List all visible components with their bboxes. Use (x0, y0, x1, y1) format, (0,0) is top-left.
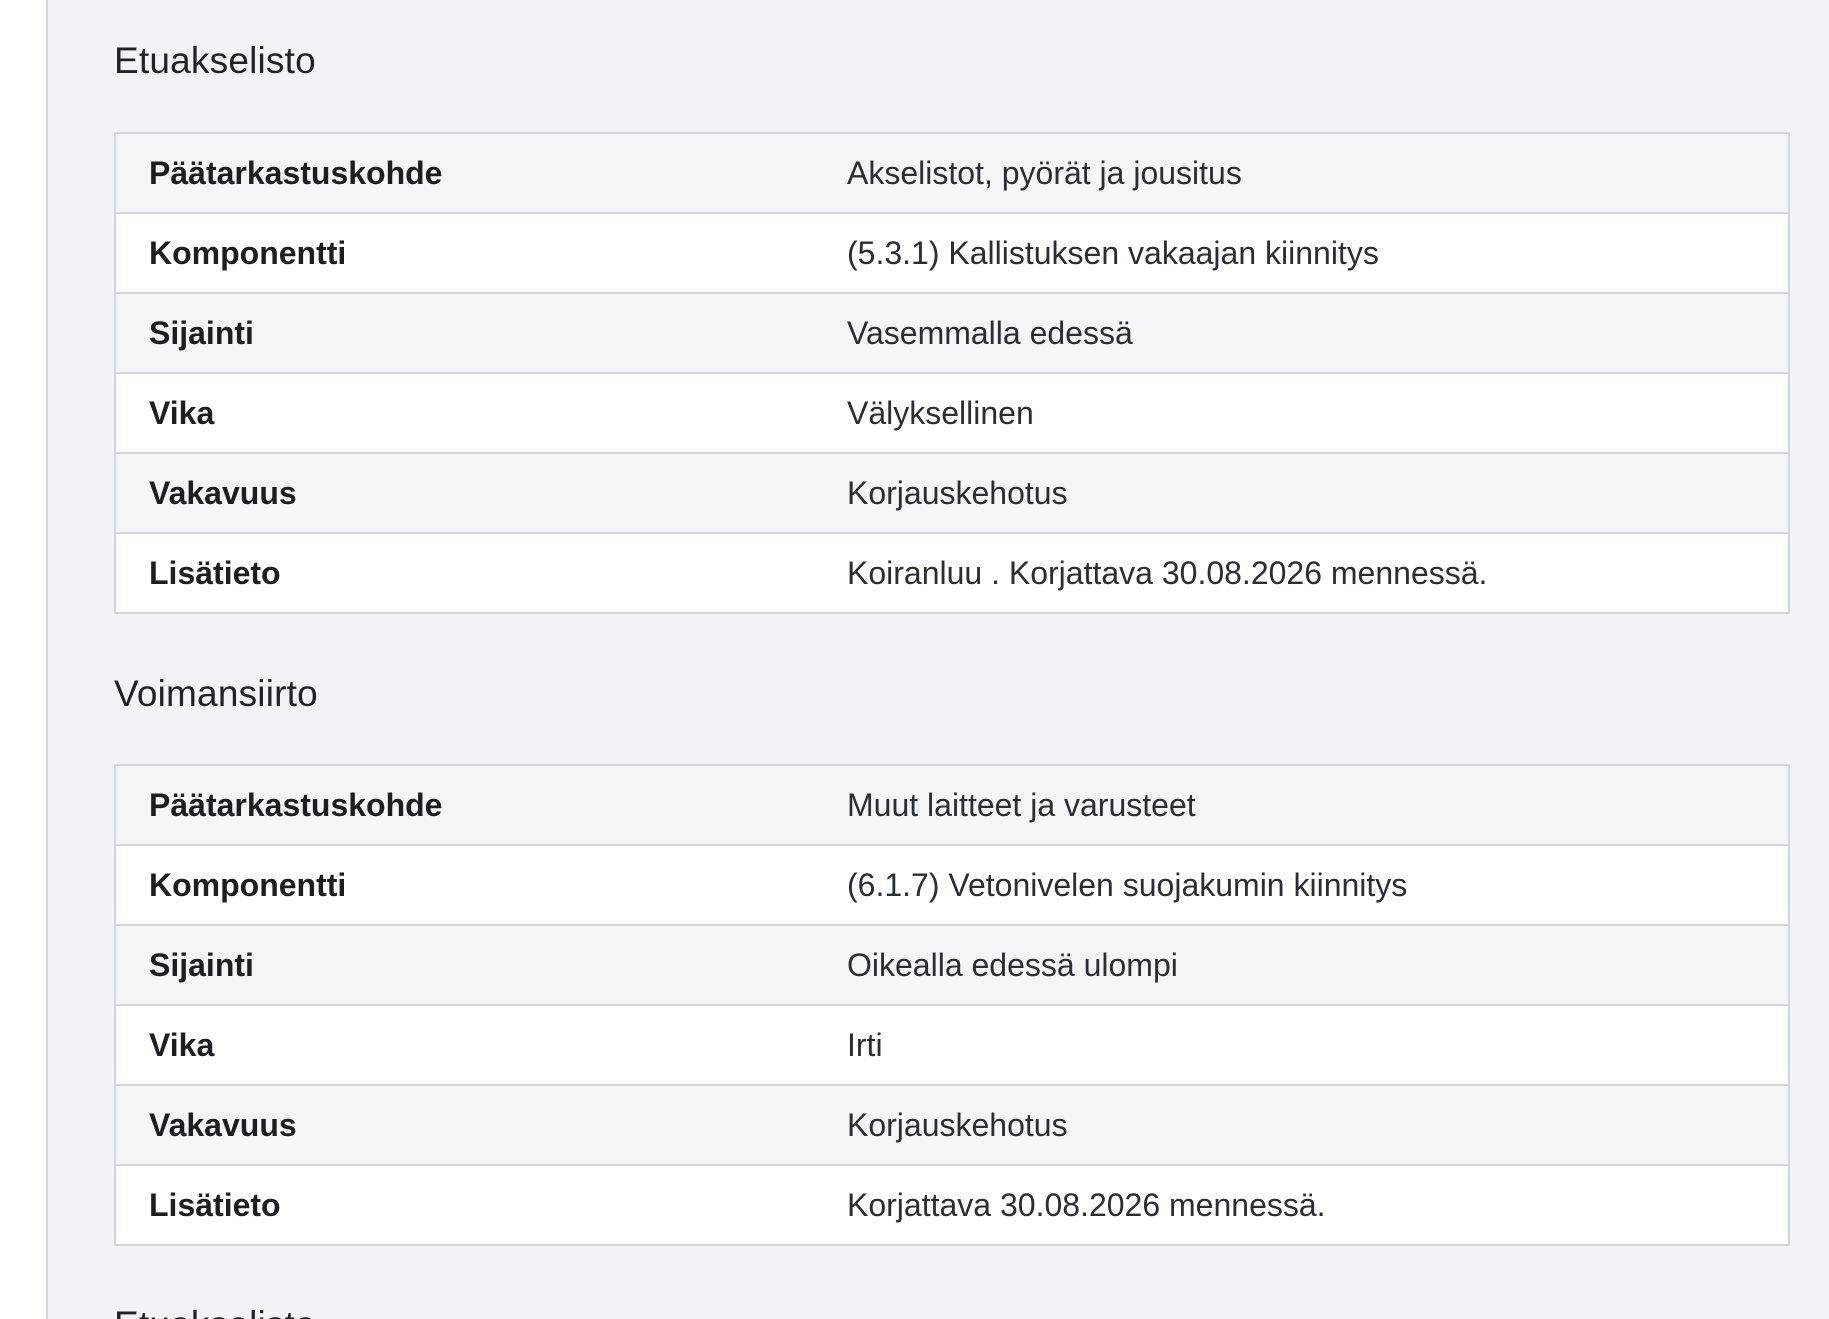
section-heading: Etuakselisto (114, 40, 316, 81)
table-row: Lisätieto Korjattava 30.08.2026 mennessä… (115, 1164, 1789, 1246)
row-label: Vakavuus (115, 452, 847, 534)
row-value: Vasemmalla edessä (847, 292, 1789, 374)
row-value: Oikealla edessä ulompi (847, 924, 1789, 1006)
inspection-defects-panel: Etuakselisto Päätarkastuskohde Akselisto… (48, 0, 1829, 1319)
table-row: Vika Irti (115, 1004, 1789, 1086)
row-label: Lisätieto (115, 532, 847, 614)
row-label: Lisätieto (115, 1164, 847, 1246)
table-row: Komponentti (6.1.7) Vetonivelen suojakum… (115, 844, 1789, 926)
table-row: Sijainti Vasemmalla edessä (115, 292, 1789, 374)
row-value: Koiranluu . Korjattava 30.08.2026 mennes… (847, 532, 1789, 614)
table-row: Sijainti Oikealla edessä ulompi (115, 924, 1789, 1006)
row-value: (5.3.1) Kallistuksen vakaajan kiinnitys (847, 212, 1789, 294)
table-row: Komponentti (5.3.1) Kallistuksen vakaaja… (115, 212, 1789, 294)
section-heading: Voimansiirto (114, 673, 318, 714)
row-label: Päätarkastuskohde (115, 132, 847, 214)
table-row: Lisätieto Koiranluu . Korjattava 30.08.2… (115, 532, 1789, 614)
row-label: Päätarkastuskohde (115, 764, 847, 846)
row-label: Sijainti (115, 292, 847, 374)
left-rail (0, 0, 48, 1319)
row-value: Korjauskehotus (847, 452, 1789, 534)
row-value: Välyksellinen (847, 372, 1789, 454)
defect-table: Päätarkastuskohde Akselistot, pyörät ja … (114, 132, 1790, 614)
row-value: Akselistot, pyörät ja jousitus (847, 132, 1789, 214)
row-label: Vika (115, 1004, 847, 1086)
row-label: Komponentti (115, 844, 847, 926)
row-label: Vakavuus (115, 1084, 847, 1166)
table-row: Vakavuus Korjauskehotus (115, 1084, 1789, 1166)
section-heading: Etuakselisto (114, 1306, 316, 1319)
row-value: (6.1.7) Vetonivelen suojakumin kiinnitys (847, 844, 1789, 926)
table-row: Vakavuus Korjauskehotus (115, 452, 1789, 534)
row-label: Sijainti (115, 924, 847, 1006)
table-row: Päätarkastuskohde Muut laitteet ja varus… (115, 764, 1789, 846)
row-label: Vika (115, 372, 847, 454)
table-row: Vika Välyksellinen (115, 372, 1789, 454)
row-value: Muut laitteet ja varusteet (847, 764, 1789, 846)
table-row: Päätarkastuskohde Akselistot, pyörät ja … (115, 132, 1789, 214)
row-label: Komponentti (115, 212, 847, 294)
row-value: Korjauskehotus (847, 1084, 1789, 1166)
defect-table: Päätarkastuskohde Muut laitteet ja varus… (114, 764, 1790, 1246)
row-value: Korjattava 30.08.2026 mennessä. (847, 1164, 1789, 1246)
row-value: Irti (847, 1004, 1789, 1086)
